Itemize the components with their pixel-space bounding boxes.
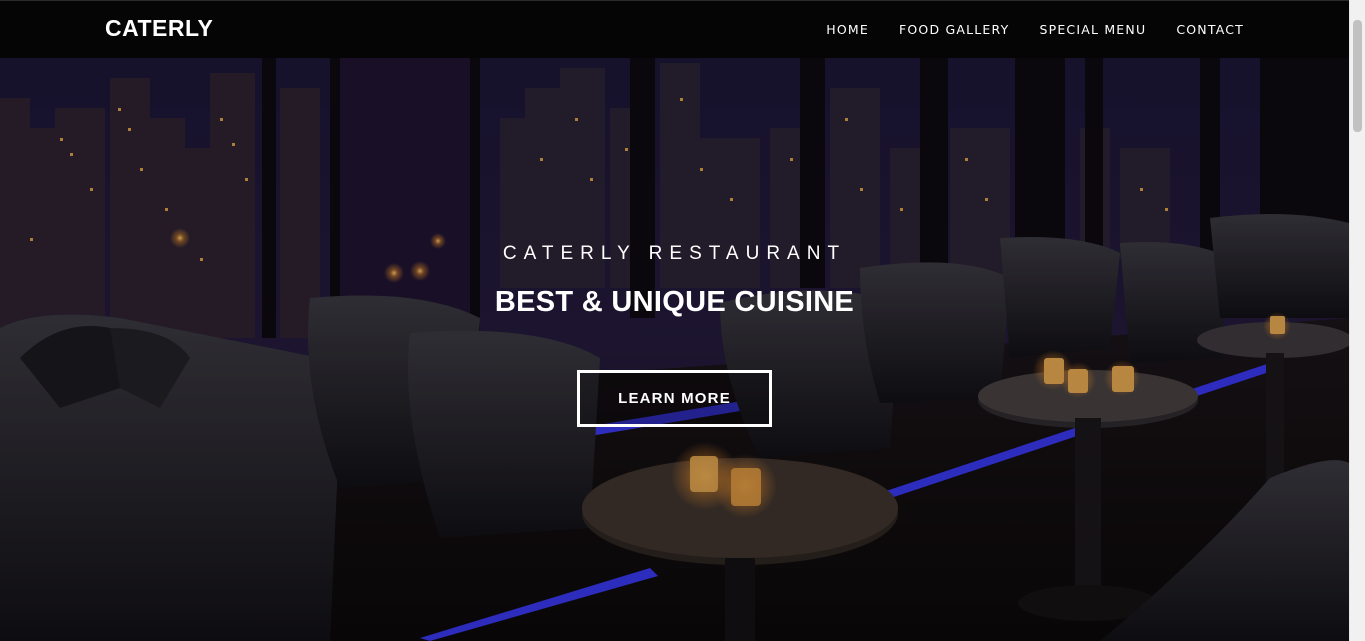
page-scrollbar[interactable] — [1349, 0, 1365, 641]
hero-section: CATERLY RESTAURANT BEST & UNIQUE CUISINE… — [0, 58, 1349, 641]
nav-link-food-gallery[interactable]: FOOD GALLERY — [899, 22, 1009, 37]
hero-subtitle: CATERLY RESTAURANT — [502, 243, 847, 264]
hero-title: BEST & UNIQUE CUISINE — [494, 286, 855, 318]
nav-link-contact[interactable]: CONTACT — [1176, 22, 1244, 37]
top-navbar: CATERLY HOME FOOD GALLERY SPECIAL MENU C… — [0, 0, 1349, 58]
page: CATERLY HOME FOOD GALLERY SPECIAL MENU C… — [0, 0, 1365, 641]
scrollbar-thumb[interactable] — [1353, 20, 1362, 132]
nav-links: HOME FOOD GALLERY SPECIAL MENU CONTACT — [826, 22, 1244, 37]
brand-logo[interactable]: CATERLY — [105, 15, 213, 42]
learn-more-button[interactable]: LEARN MORE — [577, 370, 772, 427]
hero-content: CATERLY RESTAURANT BEST & UNIQUE CUISINE… — [0, 58, 1349, 641]
nav-link-home[interactable]: HOME — [826, 22, 869, 37]
nav-link-special-menu[interactable]: SPECIAL MENU — [1039, 22, 1146, 37]
